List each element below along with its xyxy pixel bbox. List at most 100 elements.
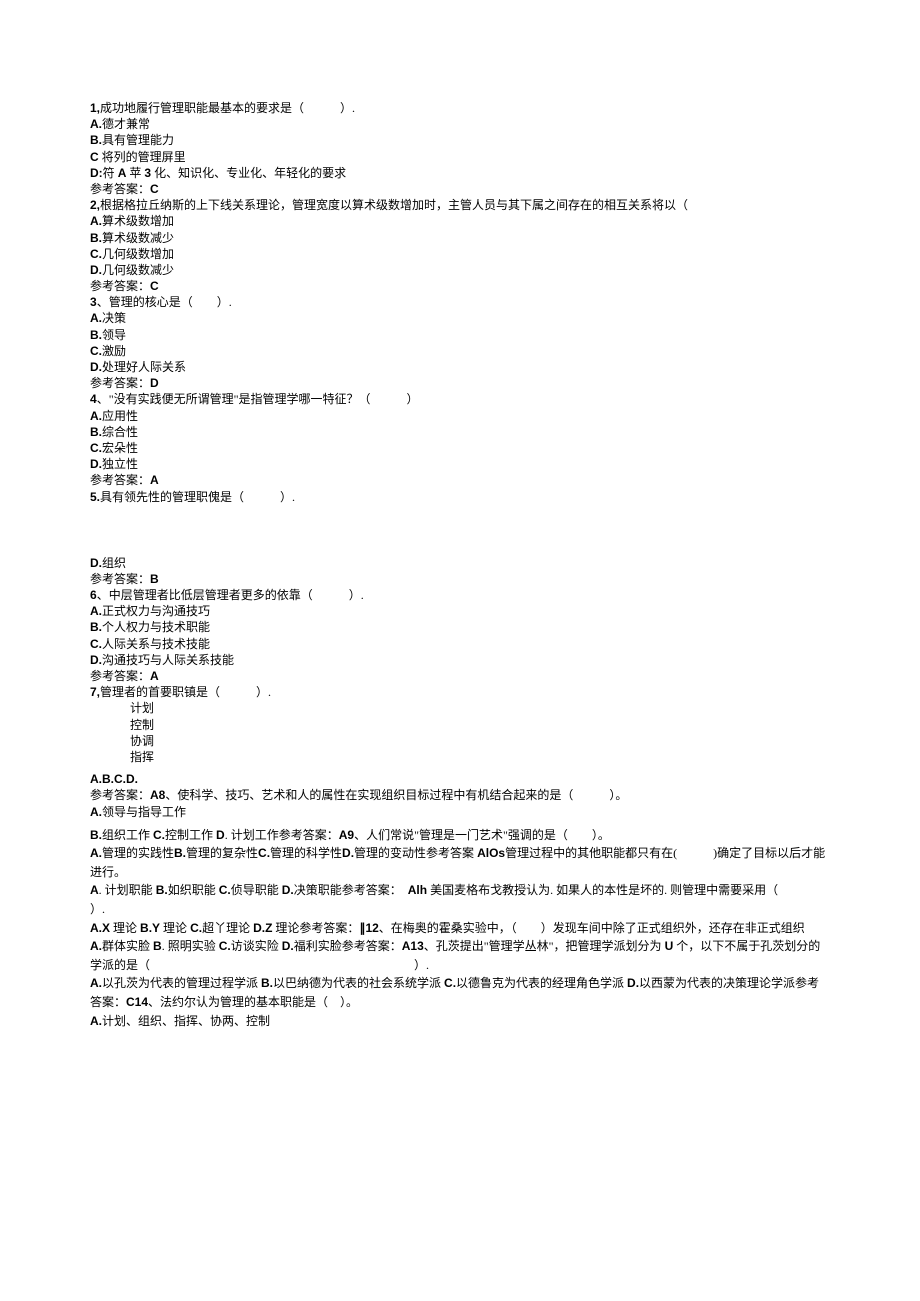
- body-text: 理论: [160, 921, 190, 935]
- text-line: C.人际关系与技术技能: [90, 636, 830, 652]
- body-text: 群体实脸: [102, 939, 153, 953]
- bold-text: A.: [90, 1014, 102, 1028]
- bold-text: AlOs: [477, 846, 505, 860]
- bold-text: A.: [90, 214, 102, 228]
- bold-text: B.: [90, 133, 102, 147]
- text-line: 1,成功地履行管理职能最基本的要求是（ ）.: [90, 100, 830, 116]
- bold-text: D.: [90, 556, 102, 570]
- body-text: 几何级数减少: [102, 263, 174, 277]
- bold-text: C: [150, 279, 159, 293]
- bold-text: C.: [90, 441, 102, 455]
- bold-text: A13: [402, 939, 424, 953]
- body-text: 福利实脸参考答案：: [294, 939, 402, 953]
- bold-text: D: [216, 828, 225, 842]
- bold-text: C.: [90, 637, 102, 651]
- bold-text: B.: [174, 846, 186, 860]
- body-text: 领导与指导工作: [102, 805, 186, 819]
- body-text: 德才兼常: [102, 117, 150, 131]
- text-line: 6、中层管理者比低层管理者更多的依靠（ ）.: [90, 587, 830, 603]
- text-line: D.处理好人际关系: [90, 359, 830, 375]
- body-text: 、人们常说"管理是一门艺术"强调的是（ ）。: [354, 828, 610, 842]
- body-text: 参考答案：: [90, 473, 150, 487]
- text-line: A.管理的实践性B.管理的复杂性C.管理的科学性D.管理的变动性参考答案 AlO…: [90, 844, 830, 881]
- body-text: 组织: [102, 556, 126, 570]
- body-text: 应用性: [102, 409, 138, 423]
- bold-text: A.: [90, 409, 102, 423]
- sub-option: 协调: [130, 733, 830, 749]
- bold-text: A9: [339, 828, 354, 842]
- body-text: 宏朵性: [102, 441, 138, 455]
- text-line: 参考答案：C: [90, 278, 830, 294]
- text-line: 参考答案：A: [90, 472, 830, 488]
- bold-text: A.: [90, 311, 102, 325]
- bold-text: 6: [90, 588, 97, 602]
- text-line: B.组织工作 C.控制工作 D. 计划工作参考答案：A9、人们常说"管理是一门艺…: [90, 826, 830, 845]
- bold-text: Alh: [408, 883, 427, 897]
- bold-text: 4: [90, 392, 97, 406]
- bold-text: 5.: [90, 490, 100, 504]
- text-line: A.应用性: [90, 408, 830, 424]
- body-text: 个人权力与技术职能: [102, 620, 210, 634]
- bold-text: A: [90, 883, 99, 897]
- text-line: 3、管理的核心是（ ）.: [90, 294, 830, 310]
- bold-text: C: [150, 182, 159, 196]
- bold-text: ∥12: [359, 921, 378, 935]
- bold-text: C14: [126, 995, 148, 1009]
- text-line: 参考答案：A: [90, 668, 830, 684]
- bold-text: B: [150, 572, 159, 586]
- bold-text: C.: [153, 828, 165, 842]
- bold-text: D.: [90, 457, 102, 471]
- bold-text: D.: [90, 360, 102, 374]
- bold-text: D.: [627, 976, 639, 990]
- bold-text: A.X: [90, 921, 110, 935]
- bold-text: C.: [219, 883, 231, 897]
- body-text: . 计划职能: [99, 883, 156, 897]
- body-text: 苹: [126, 166, 144, 180]
- bold-text: B.: [261, 976, 273, 990]
- body-text: 侦导职能: [231, 883, 282, 897]
- text-line: A. 计划职能 B.如织职能 C.侦导职能 D.决策职能参考答案： Alh 美国…: [90, 881, 830, 918]
- bold-text: A.B.C.D.: [90, 772, 138, 786]
- text-line: 5.具有领先性的管理职傀是（ ）.: [90, 489, 830, 505]
- text-line: D.沟通技巧与人际关系技能: [90, 652, 830, 668]
- text-line: D:符 A 苹 3 化、知识化、专业化、年轻化的要求: [90, 165, 830, 181]
- body-text: 如织职能: [168, 883, 219, 897]
- text-line: C 将列的管理屏里: [90, 149, 830, 165]
- text-line: C.激励: [90, 343, 830, 359]
- bold-text: B.: [90, 828, 102, 842]
- body-text: 参考答案：: [90, 572, 150, 586]
- body-text: 几何级数增加: [102, 247, 174, 261]
- text-line: 参考答案：A8、使科学、技巧、艺术和人的属性在实现组织目标过程中有机结合起来的是…: [90, 787, 830, 803]
- body-text: . 照明实验: [162, 939, 219, 953]
- body-text: 以德鲁克为代表的经理角色学派: [456, 976, 627, 990]
- body-text: 参考答案：: [90, 279, 150, 293]
- body-text: 控制工作: [165, 828, 216, 842]
- body-text: 综合性: [102, 425, 138, 439]
- text-line: C.宏朵性: [90, 440, 830, 456]
- bold-text: A.: [90, 939, 102, 953]
- text-line: D.独立性: [90, 456, 830, 472]
- bold-text: C: [90, 150, 99, 164]
- text-line: 7,管理者的首要职镇是（ ）.: [90, 684, 830, 700]
- bold-text: D.Z: [253, 921, 272, 935]
- bold-text: A.: [90, 117, 102, 131]
- body-text: 、"没有实践便无所谓管理"是指管理学哪一特征？（ ）: [97, 392, 419, 406]
- blank-gap: [90, 505, 830, 555]
- sub-option: 计划: [130, 700, 830, 716]
- bold-text: C.: [190, 921, 202, 935]
- text-line: A.计划、组织、指挥、协两、控制: [90, 1012, 830, 1031]
- bold-text: D:: [90, 166, 103, 180]
- document-page: 1,成功地履行管理职能最基本的要求是（ ）.A.德才兼常B.具有管理能力C 将列…: [0, 0, 920, 1030]
- bold-text: B.Y: [140, 921, 160, 935]
- body-text: 、管理的核心是（ ）.: [97, 295, 232, 309]
- text-line: C.几何级数增加: [90, 246, 830, 262]
- text-line: A.正式权力与沟通技巧: [90, 603, 830, 619]
- body-text: 参考答案：: [90, 182, 150, 196]
- body-text: 超丫理论: [202, 921, 253, 935]
- question-block-3: A.B.C.D.参考答案：A8、使科学、技巧、艺术和人的属性在实现组织目标过程中…: [90, 771, 830, 820]
- text-line: A.决策: [90, 310, 830, 326]
- bold-text: A: [150, 473, 159, 487]
- bold-text: B.: [90, 620, 102, 634]
- text-line: A.以孔茨为代表的管理过程学派 B.以巴纳德为代表的社会系统学派 C.以德鲁克为…: [90, 974, 830, 1011]
- text-line: B.领导: [90, 327, 830, 343]
